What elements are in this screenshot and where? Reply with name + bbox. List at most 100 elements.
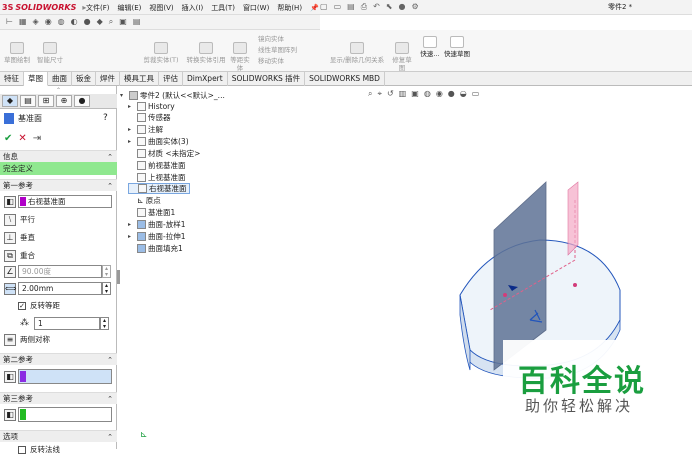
display-icon[interactable]: ◉ xyxy=(45,17,52,27)
collapse-icon[interactable]: ⊢ xyxy=(6,17,13,27)
menu-edit[interactable]: 编辑(E) xyxy=(118,3,142,13)
tree-item[interactable]: 传感器 xyxy=(128,112,171,123)
view-settings-icon[interactable]: ▭ xyxy=(472,89,480,100)
cancel-icon[interactable]: ✕ xyxy=(18,133,26,144)
offset-button[interactable]: 等距实体 xyxy=(229,42,251,72)
menu-tools[interactable]: 工具(T) xyxy=(211,3,235,13)
panel-resize-handle[interactable] xyxy=(117,270,120,284)
move-entities-button[interactable]: 移动实体 xyxy=(258,56,297,67)
angle-spinner[interactable]: ▴ ▾ xyxy=(102,265,111,278)
convert-entities-button[interactable]: 转换实体引用 xyxy=(183,42,229,64)
tab-sheet-metal[interactable]: 钣金 xyxy=(72,72,96,86)
view-orientation-icon[interactable]: ▣ xyxy=(411,89,419,100)
perpendicular-option[interactable]: ⊥ 垂直 xyxy=(4,231,35,244)
display-manager-tab[interactable]: ● xyxy=(74,95,90,107)
collapse-handle-icon[interactable]: ⌃ xyxy=(56,87,61,94)
distance-spinner[interactable]: ▴ ▾ xyxy=(102,282,111,295)
scene-icon[interactable]: ◒ xyxy=(460,89,467,100)
tree-item[interactable]: ▸ 曲面-拉伸1 xyxy=(128,231,185,242)
tab-mbd[interactable]: SOLIDWORKS MBD xyxy=(305,72,385,86)
new-doc-icon[interactable]: ▢ xyxy=(320,2,328,12)
display-style-icon[interactable]: ◍ xyxy=(424,89,431,100)
rebuild-icon[interactable]: ● xyxy=(399,2,406,12)
menu-window[interactable]: 窗口(W) xyxy=(243,3,269,13)
tab-mold-tools[interactable]: 模具工具 xyxy=(120,72,159,86)
appearance-icon[interactable]: ● xyxy=(448,89,455,100)
previous-view-icon[interactable]: ↺ xyxy=(387,89,394,100)
mirror-entities-button[interactable]: 镜向实体 xyxy=(258,34,297,45)
mid-plane-option[interactable]: ≡ 两侧对称 xyxy=(4,333,50,346)
tab-addins[interactable]: SOLIDWORKS 插件 xyxy=(228,72,306,86)
repair-sketch-button[interactable]: 修复草图 xyxy=(390,42,414,72)
tree-item[interactable]: 基准面1 xyxy=(128,207,175,218)
tab-dimxpert[interactable]: DimXpert xyxy=(183,72,228,86)
tree-item[interactable]: 前视基准面 xyxy=(128,160,186,171)
camera-icon[interactable]: ▣ xyxy=(119,17,127,27)
relations-button[interactable]: 显示/删除几何关系 xyxy=(328,42,386,64)
third-ref-field[interactable] xyxy=(18,407,112,422)
zoom-area-icon[interactable]: ⌖ xyxy=(377,89,382,100)
trim-button[interactable]: 剪裁实体(T) xyxy=(140,42,182,64)
instances-field[interactable]: 1 xyxy=(34,317,100,330)
zoom-icon[interactable]: ⌕ xyxy=(109,17,113,27)
tab-evaluate[interactable]: 评估 xyxy=(159,72,183,86)
tree-item-selected[interactable]: 右视基准面 xyxy=(128,183,190,194)
zoom-fit-icon[interactable]: ⌕ xyxy=(368,89,372,100)
options-icon[interactable]: ⚙ xyxy=(411,2,418,12)
appearance-icon[interactable]: ● xyxy=(84,17,91,27)
distance-field[interactable]: 2.00mm xyxy=(18,282,102,295)
parallel-option[interactable]: ⧵ 平行 xyxy=(4,213,35,226)
menu-file[interactable]: 文件(F) xyxy=(86,3,110,13)
flip-offset-checkbox[interactable]: ✓ 反转等距 xyxy=(18,299,60,312)
ok-icon[interactable]: ✔ xyxy=(4,133,12,144)
second-ref-header[interactable]: 第二参考 ⌃ xyxy=(0,353,117,365)
select-filter-icon[interactable]: ◈ xyxy=(33,17,39,27)
angle-field[interactable]: 90.00度 xyxy=(18,265,102,278)
sketch-button[interactable]: 草图绘制 xyxy=(2,42,32,64)
layout-icon[interactable]: ▤ xyxy=(133,17,141,27)
section-view-icon[interactable]: ▥ xyxy=(399,89,407,100)
menu-view[interactable]: 视图(V) xyxy=(149,3,173,13)
tree-item[interactable]: ▸ History xyxy=(128,101,175,112)
tree-item[interactable]: ▸ 曲面实体(3) xyxy=(128,136,189,147)
first-ref-field[interactable]: 右视基准面 xyxy=(18,195,112,208)
info-section-header[interactable]: 信息 ⌃ xyxy=(0,150,117,162)
tab-weldments[interactable]: 焊件 xyxy=(96,72,120,86)
tree-item[interactable]: ⊾ 原点 xyxy=(128,195,161,206)
feature-manager-tab[interactable]: ◆ xyxy=(2,95,18,107)
tree-item[interactable]: 材质 <未指定> xyxy=(128,148,200,159)
tab-features[interactable]: 特征 xyxy=(0,72,24,86)
property-manager-tab[interactable]: ▤ xyxy=(20,95,36,107)
third-ref-header[interactable]: 第三参考 ⌃ xyxy=(0,392,117,404)
tree-item[interactable]: ▸ 注解 xyxy=(128,124,163,135)
first-ref-header[interactable]: 第一参考 ⌃ xyxy=(0,179,117,191)
help-icon[interactable]: ? xyxy=(103,113,108,123)
open-icon[interactable]: ▭ xyxy=(334,2,342,12)
grid-icon[interactable]: ▦ xyxy=(19,17,27,27)
print-icon[interactable]: ⎙ xyxy=(361,2,367,12)
second-ref-field[interactable] xyxy=(18,369,112,384)
tree-item[interactable]: ▸ 曲面-放样1 xyxy=(128,219,185,230)
tree-root[interactable]: ▾ 零件2 (默认<<默认>_... xyxy=(120,90,225,101)
pushpin-icon[interactable]: ⇥ xyxy=(33,133,41,144)
instances-spinner[interactable]: ▴ ▾ xyxy=(100,317,109,330)
dimxpert-tab[interactable]: ⊕ xyxy=(56,95,72,107)
config-manager-tab[interactable]: ⊞ xyxy=(38,95,54,107)
menu-help[interactable]: 帮助(H) xyxy=(277,3,302,13)
menu-insert[interactable]: 插入(I) xyxy=(182,3,204,13)
shaded-icon[interactable]: ◍ xyxy=(58,17,65,27)
quick-snap-button[interactable]: 快速... xyxy=(418,36,442,58)
smart-dimension-button[interactable]: 智能尺寸 xyxy=(34,42,66,64)
tab-sketch[interactable]: 草图 xyxy=(24,72,48,86)
select-icon[interactable]: ⬉ xyxy=(386,2,393,12)
flip-normal-checkbox[interactable]: 反转法线 xyxy=(18,443,60,456)
tree-item[interactable]: 曲面填充1 xyxy=(128,243,183,254)
options-header[interactable]: 选项 ⌃ xyxy=(0,430,117,442)
linear-pattern-button[interactable]: 线性草图阵列 xyxy=(258,45,297,56)
save-icon[interactable]: ▤ xyxy=(347,2,355,12)
tree-item[interactable]: 上视基准面 xyxy=(128,172,186,183)
pin-icon[interactable]: 📌 xyxy=(310,4,319,12)
tab-surfaces[interactable]: 曲面 xyxy=(48,72,72,86)
rapid-sketch-button[interactable]: 快速草图 xyxy=(444,36,470,58)
hide-show-icon[interactable]: ◉ xyxy=(436,89,443,100)
